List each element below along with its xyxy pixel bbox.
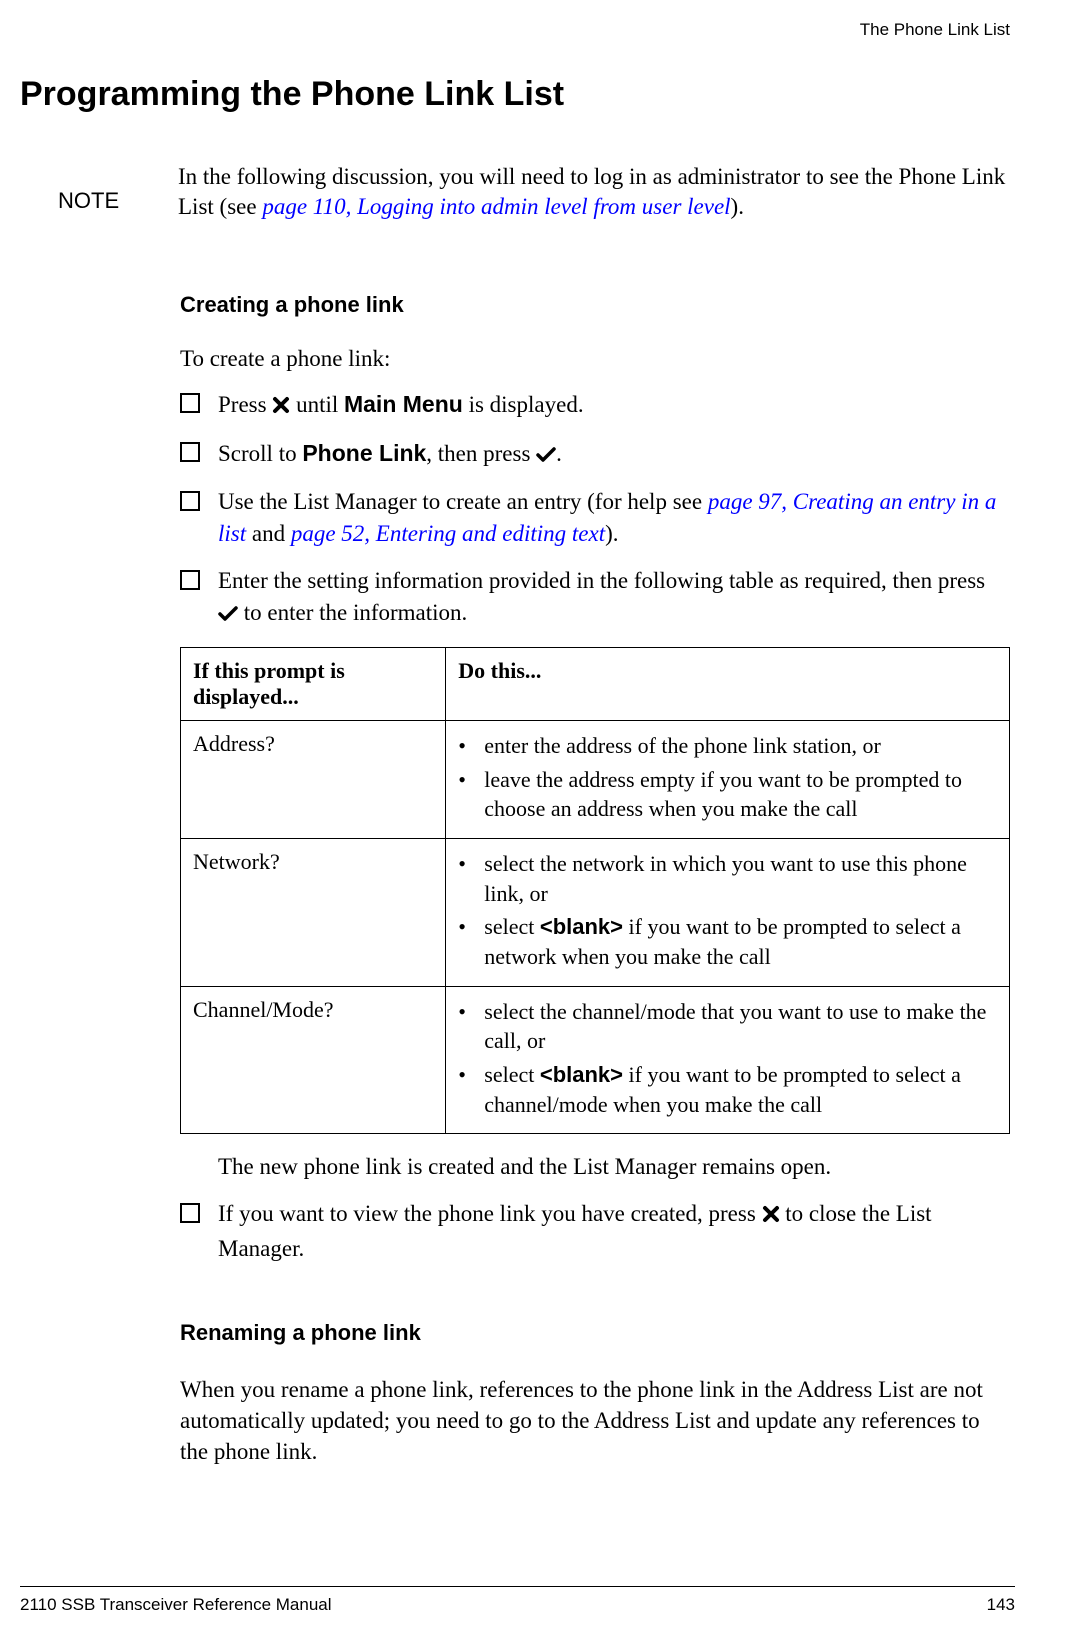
bullet-icon: • (458, 765, 470, 824)
lead-text: To create a phone link: (180, 346, 1010, 372)
text-fragment: If you want to view the phone link you h… (218, 1201, 762, 1226)
step-text: If you want to view the phone link you h… (218, 1198, 1010, 1264)
step-text: Press until Main Menu is displayed. (218, 388, 1010, 423)
after-table-text: The new phone link is created and the Li… (218, 1154, 1010, 1180)
step-item: Scroll to Phone Link, then press . (180, 437, 1010, 472)
text-fragment: and (246, 521, 291, 546)
text-fragment: is displayed. (463, 392, 584, 417)
step-text: Enter the setting information provided i… (218, 565, 1010, 631)
section-heading-renaming: Renaming a phone link (180, 1320, 1010, 1346)
bullet-icon: • (458, 1060, 470, 1119)
footer-left: 2110 SSB Transceiver Reference Manual (20, 1595, 332, 1615)
text-fragment: ). (605, 521, 618, 546)
bullet-icon: • (458, 997, 470, 1056)
bullet-icon: • (458, 849, 470, 908)
text-fragment: select (484, 1062, 540, 1087)
action-cell: • enter the address of the phone link sta… (446, 720, 1010, 838)
xref-link[interactable]: page 52, Entering and editing text (291, 521, 605, 546)
check-icon (536, 440, 556, 472)
text-bold: Phone Link (302, 440, 426, 466)
text-fragment: Scroll to (218, 441, 302, 466)
bullet-text: enter the address of the phone link stat… (484, 731, 997, 761)
footer-page-number: 143 (987, 1595, 1015, 1615)
action-cell: •select the channel/mode that you want t… (446, 986, 1010, 1134)
note-text: In the following discussion, you will ne… (178, 162, 1015, 222)
section-heading-creating: Creating a phone link (180, 292, 1010, 318)
text-fragment: Use the List Manager to create an entry … (218, 489, 708, 514)
text-bold: <blank> (540, 914, 623, 939)
cross-icon (272, 391, 290, 423)
step-item: Use the List Manager to create an entry … (180, 486, 1010, 550)
checkbox-icon (180, 442, 200, 462)
text-fragment: , then press (426, 441, 536, 466)
table-row: Channel/Mode? •select the channel/mode t… (181, 986, 1010, 1134)
note-text-after: ). (731, 194, 744, 219)
action-cell: •select the network in which you want to… (446, 838, 1010, 986)
check-icon (218, 599, 238, 631)
prompt-cell: Network? (181, 838, 446, 986)
bullet-text: leave the address empty if you want to b… (484, 765, 997, 824)
settings-table: If this prompt is displayed... Do this..… (180, 647, 1010, 1135)
bullet-text: select <blank> if you want to be prompte… (484, 1060, 997, 1119)
bullet-text: select the network in which you want to … (484, 849, 997, 908)
page-title: Programming the Phone Link List (20, 75, 1015, 114)
bullet-text: select the channel/mode that you want to… (484, 997, 997, 1056)
text-fragment: select (484, 914, 540, 939)
bullet-icon: • (458, 731, 470, 761)
step-text: Use the List Manager to create an entry … (218, 486, 1010, 550)
checkbox-icon (180, 1203, 200, 1223)
running-header: The Phone Link List (20, 20, 1015, 40)
text-bold: <blank> (540, 1062, 623, 1087)
cross-icon (762, 1200, 780, 1232)
table-row: Address? • enter the address of the phone… (181, 720, 1010, 838)
text-fragment: to enter the information. (238, 600, 467, 625)
bullet-text: select <blank> if you want to be prompte… (484, 912, 997, 971)
checkbox-icon (180, 393, 200, 413)
note-label: NOTE (58, 162, 158, 214)
text-fragment: . (556, 441, 562, 466)
body-paragraph: When you rename a phone link, references… (180, 1374, 1010, 1467)
checkbox-icon (180, 570, 200, 590)
step-item: Press until Main Menu is displayed. (180, 388, 1010, 423)
checkbox-icon (180, 491, 200, 511)
text-fragment: Press (218, 392, 272, 417)
page-footer: 2110 SSB Transceiver Reference Manual 14… (20, 1586, 1015, 1615)
step-text: Scroll to Phone Link, then press . (218, 437, 1010, 472)
table-row: Network? •select the network in which yo… (181, 838, 1010, 986)
note-block: NOTE In the following discussion, you wi… (58, 162, 1015, 222)
text-fragment: Enter the setting information provided i… (218, 568, 985, 593)
table-header-prompt: If this prompt is displayed... (181, 647, 446, 720)
table-header-action: Do this... (446, 647, 1010, 720)
step-item: If you want to view the phone link you h… (180, 1198, 1010, 1264)
text-bold: Main Menu (344, 391, 463, 417)
prompt-cell: Channel/Mode? (181, 986, 446, 1134)
step-item: Enter the setting information provided i… (180, 565, 1010, 631)
bullet-icon: • (458, 912, 470, 971)
text-fragment: until (290, 392, 344, 417)
note-xref[interactable]: page 110, Logging into admin level from … (262, 194, 730, 219)
prompt-cell: Address? (181, 720, 446, 838)
